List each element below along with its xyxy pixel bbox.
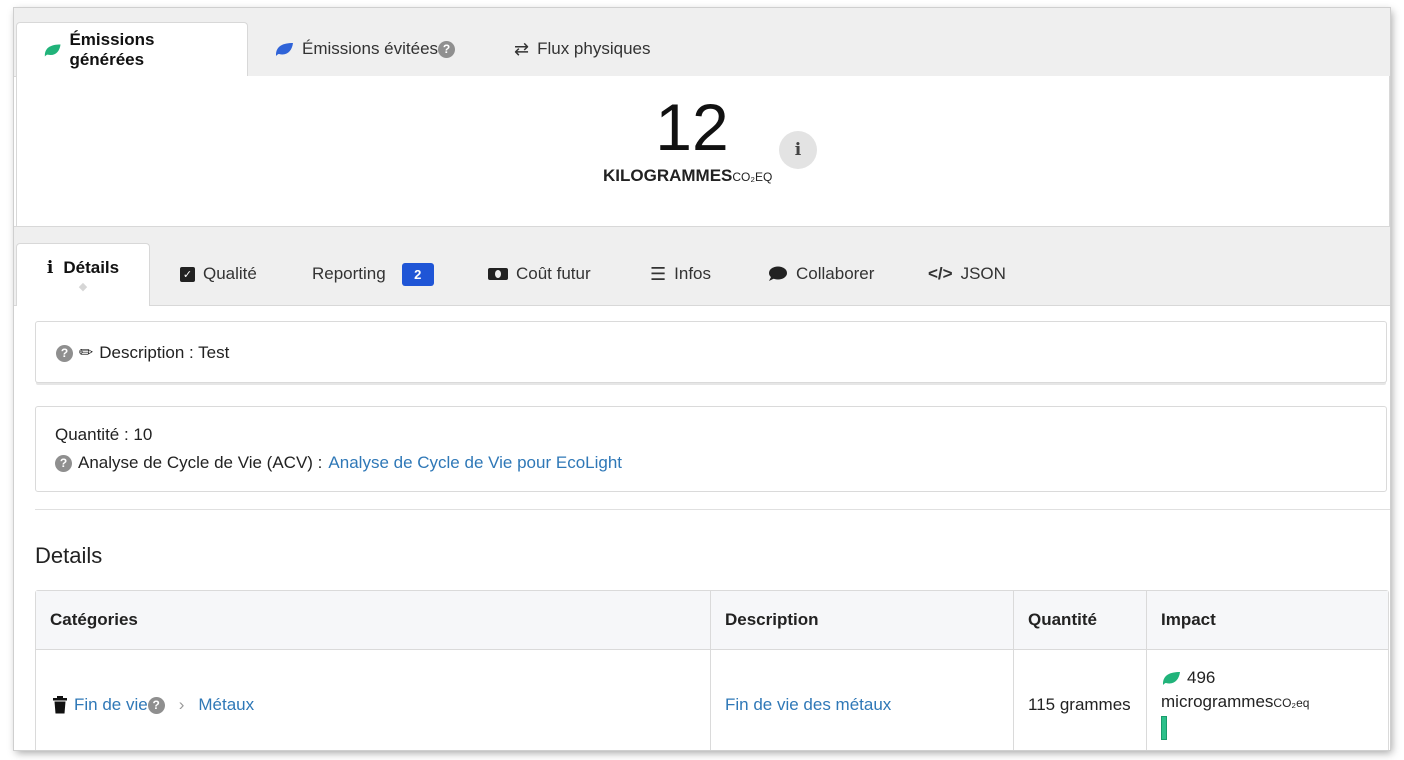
impact-cell: 496 microgrammesCO₂eq [1147, 650, 1388, 750]
swap-arrows-icon: ⇄ [514, 38, 530, 59]
tab-label: Coût futur [516, 264, 591, 283]
tab-label: Flux physiques [537, 39, 651, 58]
pencil-icon[interactable]: ✏ [79, 343, 93, 363]
main-frame: Émissions générées Émissions évitées ? ⇄… [14, 8, 1390, 750]
description-row: ? ✏ Description : Test [56, 343, 229, 363]
tab-emissions-evitees[interactable]: Émissions évitées ? [248, 22, 481, 76]
impact-bar [1161, 716, 1167, 740]
tab-details[interactable]: i Détails ◆ [16, 243, 150, 306]
column-header[interactable]: Description [711, 591, 1014, 649]
info-icon[interactable]: i [779, 131, 817, 169]
leaf-icon [1163, 672, 1180, 685]
subcategory-link[interactable]: Métaux [198, 695, 254, 715]
help-icon[interactable]: ? [56, 344, 73, 362]
total-emissions-box: 12 KILOGRAMMESCO₂EQ i [16, 76, 1390, 227]
code-icon: </> [928, 264, 953, 283]
table-row: Fin de vie ? › Métaux Fin de vie des mét… [36, 650, 1388, 750]
impact-suffix: CO₂eq [1273, 696, 1310, 710]
table-header: Catégories Description Quantité Impact [36, 591, 1388, 650]
impact-value-line: 496 [1161, 668, 1215, 688]
tab-label: Qualité [203, 264, 257, 283]
quantity-text: Quantité : 10 [55, 425, 153, 444]
tab-emissions-generees[interactable]: Émissions générées [16, 22, 248, 77]
impact-unit-line: microgrammesCO₂eq [1161, 692, 1309, 712]
details-heading: Details [35, 543, 103, 568]
tab-label: Collaborer [796, 264, 875, 283]
tab-collaborer[interactable]: Collaborer [752, 243, 890, 305]
tab-label: JSON [960, 264, 1006, 283]
emission-tabs: Émissions générées Émissions évitées ? ⇄… [14, 8, 1390, 77]
money-bill-icon [488, 268, 508, 280]
help-icon[interactable]: ? [55, 454, 72, 472]
tab-label: Détails [63, 258, 120, 277]
total-value: 12 [655, 90, 729, 164]
column-header[interactable]: Quantité [1014, 591, 1147, 649]
tab-label: Reporting [312, 264, 386, 283]
description-cell: Fin de vie des métaux [711, 650, 1014, 750]
chevron-right-icon: › [178, 695, 185, 714]
description-text: Description : Test [99, 343, 230, 362]
total-unit: KILOGRAMMESCO₂EQ [603, 166, 772, 186]
tab-infos[interactable]: ☰ Infos [634, 243, 727, 305]
tab-label: Émissions évitées [302, 39, 439, 58]
checkbox-icon: ✓ [180, 266, 195, 282]
description-panel: ? ✏ Description : Test [35, 321, 1387, 383]
comment-icon [769, 266, 787, 281]
leaf-icon [276, 43, 293, 56]
tab-json[interactable]: </> JSON [912, 243, 1022, 305]
tab-reporting[interactable]: Reporting 2 [296, 243, 450, 305]
help-icon[interactable]: ? [147, 696, 165, 714]
category-link[interactable]: Fin de vie [74, 695, 148, 715]
tab-cout-futur[interactable]: Coût futur [472, 243, 607, 305]
tab-label: Infos [674, 264, 711, 283]
divider [35, 509, 1390, 510]
list-icon: ☰ [650, 263, 667, 284]
quantity-panel: Quantité : 10 ? Analyse de Cycle de Vie … [35, 406, 1387, 492]
leaf-icon [44, 44, 61, 57]
acv-label: Analyse de Cycle de Vie (ACV) : [78, 453, 323, 472]
trash-icon[interactable] [52, 696, 68, 714]
tab-flux-physiques[interactable]: ⇄ Flux physiques [488, 22, 676, 76]
description-link[interactable]: Fin de vie des métaux [725, 695, 891, 715]
tab-label: Émissions générées [69, 30, 155, 69]
help-icon[interactable]: ? [438, 40, 456, 58]
acv-row: ? Analyse de Cycle de Vie (ACV) : Analys… [55, 453, 622, 473]
column-header[interactable]: Catégories [36, 591, 711, 649]
unit-suffix: CO₂EQ [732, 170, 773, 184]
acv-link[interactable]: Analyse de Cycle de Vie pour EcoLight [328, 453, 622, 473]
active-caret-icon: ◆ [78, 281, 88, 293]
quantity-row: Quantité : 10 [55, 425, 152, 445]
info-icon: i [46, 258, 54, 278]
reporting-count-badge: 2 [401, 262, 434, 286]
category-cell: Fin de vie ? › Métaux [36, 650, 711, 750]
unit-label: KILOGRAMMES [603, 166, 733, 185]
impact-unit: microgrammes [1161, 692, 1274, 711]
quantity-cell: 115 grammes [1014, 650, 1147, 750]
column-header[interactable]: Impact [1147, 591, 1388, 649]
detail-tabs: i Détails ◆ ✓ Qualité Reporting 2 Coût f… [14, 226, 1390, 306]
tab-qualite[interactable]: ✓ Qualité [164, 243, 273, 305]
details-table: Catégories Description Quantité Impact F… [35, 590, 1389, 750]
impact-value: 496 [1187, 668, 1216, 687]
